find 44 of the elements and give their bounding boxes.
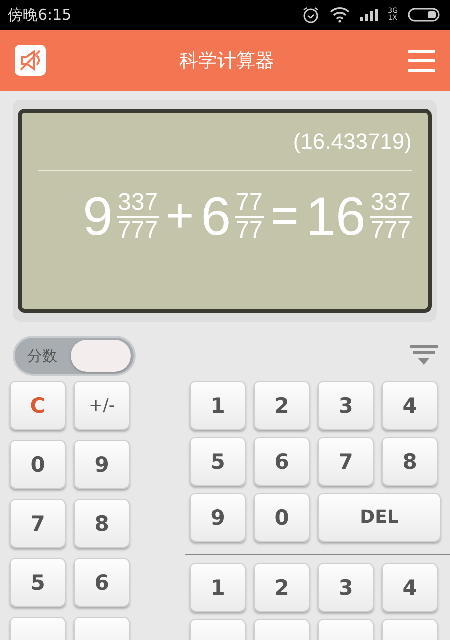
key-button[interactable]: 3 <box>318 381 374 430</box>
status-time: 傍晚6:15 <box>8 6 72 24</box>
speaker-off-icon[interactable] <box>15 45 46 76</box>
key-button[interactable]: 8 <box>382 437 438 486</box>
denominator: 777 <box>370 218 411 244</box>
operator: = <box>270 189 300 245</box>
denominator: 77 <box>236 218 263 244</box>
key-button[interactable]: 7 <box>318 437 374 486</box>
key-button[interactable]: 7 <box>10 499 66 548</box>
key-button[interactable]: C <box>10 381 66 430</box>
key-button[interactable]: 3 <box>318 563 374 612</box>
key-button[interactable]: 0 <box>254 493 310 542</box>
key-button[interactable]: 9 <box>74 440 130 489</box>
key-button[interactable]: 1 <box>190 563 246 612</box>
key-button[interactable]: 1 <box>190 381 246 430</box>
wifi-icon <box>330 7 350 23</box>
key-button[interactable]: +/- <box>74 381 130 430</box>
key-button[interactable]: 6 <box>74 558 130 607</box>
key-button[interactable]: 2 <box>254 563 310 612</box>
battery-icon <box>408 8 440 22</box>
key-button[interactable]: 6 <box>254 437 310 486</box>
dropdown-icon[interactable] <box>410 345 438 367</box>
key-button[interactable]: 9 <box>190 493 246 542</box>
key-button[interactable]: DEL <box>318 493 441 542</box>
key-button[interactable]: 5 <box>10 558 66 607</box>
key-button[interactable]: 0 <box>10 440 66 489</box>
key-button[interactable]: 8 <box>74 499 130 548</box>
app-title: 科学计算器 <box>178 48 276 74</box>
denominator: 777 <box>118 218 158 244</box>
numerator: 77 <box>235 190 264 218</box>
key-button[interactable]: 4 <box>382 563 438 612</box>
numerator: 337 <box>117 190 160 218</box>
key-button[interactable]: 4 <box>382 381 438 430</box>
key-button[interactable]: 5 <box>190 437 246 486</box>
operator: + <box>165 189 196 245</box>
numerator: 337 <box>370 190 412 218</box>
key-button[interactable]: 2 <box>254 381 310 430</box>
whole-number: 16 <box>306 186 366 249</box>
decimal-result: (16.433719) <box>292 129 412 156</box>
signal-icon <box>360 9 378 21</box>
whole-number: 6 <box>201 186 232 249</box>
alarm-icon <box>302 6 320 24</box>
menu-icon[interactable] <box>408 50 435 72</box>
whole-number: 9 <box>82 186 114 249</box>
